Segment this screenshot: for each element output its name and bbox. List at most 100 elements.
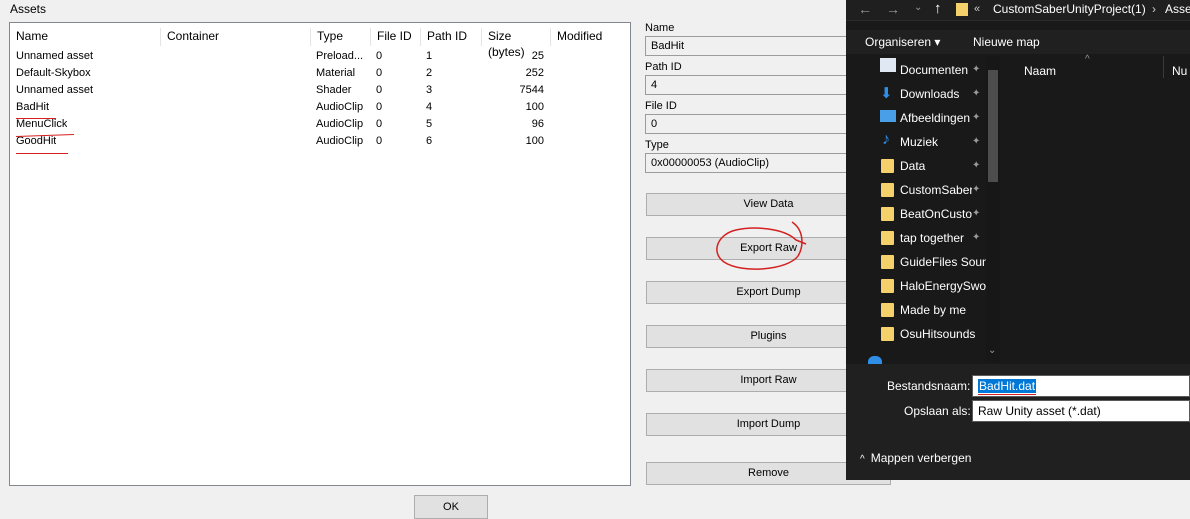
pin-icon: ✦: [972, 112, 981, 123]
name-field[interactable]: BadHit: [645, 36, 855, 56]
scroll-down-icon[interactable]: ⌄: [988, 345, 996, 356]
downloads-icon: ⬇: [880, 85, 893, 102]
breadcrumb-overflow[interactable]: «: [974, 3, 980, 15]
asset-size: 96: [531, 118, 544, 130]
column-header-number[interactable]: Nu: [1172, 64, 1187, 78]
folder-icon: [881, 327, 894, 341]
folder-icon: [881, 207, 894, 221]
asset-file-id: 0: [376, 67, 383, 79]
pin-icon: ✦: [972, 136, 981, 147]
asset-size: 7544: [519, 84, 544, 96]
file-list-pane[interactable]: Naam ^ Nu: [1003, 54, 1190, 364]
path-id-field[interactable]: 4: [645, 75, 855, 95]
nav-item-afbeeldingen[interactable]: Afbeeldingen: [900, 106, 970, 130]
asset-size: 25: [531, 50, 544, 62]
nav-item-guidefiles[interactable]: GuideFiles Sound: [900, 250, 986, 274]
column-header-naam[interactable]: Naam: [1024, 64, 1056, 78]
save-dialog: ← → ⌄ ↑ « CustomSaberUnityProject(1) › A…: [846, 0, 1190, 480]
breadcrumb-item[interactable]: Asse: [1165, 2, 1190, 16]
column-header-modified[interactable]: Modified: [550, 28, 620, 46]
asset-type: AudioClip: [316, 118, 364, 130]
asset-path-id: 3: [426, 84, 433, 96]
folder-icon: [881, 231, 894, 245]
asset-list[interactable]: Name Container Type File ID Path ID Size…: [9, 22, 631, 486]
back-icon[interactable]: ←: [858, 1, 872, 17]
breadcrumb-separator: ›: [1152, 2, 1156, 16]
nav-item-downloads[interactable]: Downloads: [900, 82, 959, 106]
nav-item-documenten[interactable]: Documenten: [900, 58, 968, 82]
navigation-pane[interactable]: Documenten ✦ ⬇ Downloads ✦ Afbeeldingen …: [846, 56, 1001, 364]
up-icon[interactable]: ↑: [934, 0, 942, 17]
forward-icon[interactable]: →: [886, 1, 900, 17]
table-row[interactable]: Unnamed asset Preload... 0 1 25: [10, 48, 630, 65]
table-row[interactable]: Unnamed asset Shader 0 3 7544: [10, 82, 630, 99]
folder-icon: [881, 255, 894, 269]
column-header-file-id[interactable]: File ID: [370, 28, 420, 46]
column-header-path-id[interactable]: Path ID: [420, 28, 481, 46]
table-row[interactable]: MenuClick AudioClip 0 5 96: [10, 116, 630, 133]
nav-item-osuhitsounds[interactable]: OsuHitsounds: [900, 322, 975, 346]
name-label: Name: [645, 22, 675, 34]
pictures-icon: [880, 110, 896, 122]
asset-name: Default-Skybox: [16, 67, 91, 79]
music-icon: ♪: [882, 131, 890, 148]
cloud-icon: [868, 356, 882, 364]
nav-scrollbar-thumb[interactable]: [988, 70, 998, 182]
hide-folders-label: Mappen verbergen: [870, 451, 972, 465]
asset-name: Unnamed asset: [16, 84, 94, 96]
annotation-underline: [16, 153, 68, 154]
table-row[interactable]: GoodHit AudioClip 0 6 100: [10, 133, 630, 150]
pin-icon: ✦: [972, 208, 981, 219]
pin-icon: ✦: [972, 88, 981, 99]
asset-path-id: 5: [426, 118, 433, 130]
path-id-label: Path ID: [645, 61, 682, 73]
column-header-size[interactable]: Size (bytes): [481, 28, 550, 59]
save-options: Bestandsnaam: BadHit.dat Opslaan als: Ra…: [846, 364, 1190, 480]
pin-icon: ✦: [972, 232, 981, 243]
background-window-strip: [913, 480, 1190, 517]
documents-icon: [880, 58, 896, 72]
recent-dropdown-icon[interactable]: ⌄: [914, 2, 922, 13]
nav-item-customsaber[interactable]: CustomSaber: [900, 178, 972, 202]
column-header-type[interactable]: Type: [310, 28, 370, 46]
breadcrumb-item[interactable]: CustomSaberUnityProject(1): [993, 2, 1146, 16]
nav-item-haloenergy[interactable]: HaloEnergySwor: [900, 274, 986, 298]
asset-file-id: 0: [376, 118, 383, 130]
sort-ascending-icon: ^: [1085, 54, 1090, 65]
asset-file-id: 0: [376, 50, 383, 62]
nav-item-made-by-me[interactable]: Made by me: [900, 298, 966, 322]
asset-name: BadHit: [16, 101, 50, 113]
asset-name: Unnamed asset: [16, 50, 94, 62]
asset-file-id: 0: [376, 135, 383, 147]
nav-item-data[interactable]: Data: [900, 154, 925, 178]
new-folder-button[interactable]: Nieuwe map: [973, 35, 1040, 49]
hide-folders-toggle[interactable]: ^ Mappen verbergen: [860, 451, 971, 465]
folder-icon: [881, 183, 894, 197]
table-row[interactable]: Default-Skybox Material 0 2 252: [10, 65, 630, 82]
chevron-up-icon: ^: [860, 454, 865, 465]
asset-size: 100: [525, 101, 544, 113]
organize-button[interactable]: Organiseren ▾: [865, 35, 940, 49]
column-header-name[interactable]: Name: [10, 28, 160, 46]
folder-icon: [881, 303, 894, 317]
nav-item-muziek[interactable]: Muziek: [900, 130, 938, 154]
nav-item-beatoncusto[interactable]: BeatOnCusto: [900, 202, 972, 226]
nav-item-tap-together[interactable]: tap together: [900, 226, 972, 250]
type-field[interactable]: 0x00000053 (AudioClip): [645, 153, 855, 173]
address-bar[interactable]: ← → ⌄ ↑ « CustomSaberUnityProject(1) › A…: [846, 0, 1190, 21]
file-id-field[interactable]: 0: [645, 114, 855, 134]
savetype-select[interactable]: Raw Unity asset (*.dat): [972, 400, 1190, 422]
ok-button[interactable]: OK: [414, 495, 488, 519]
asset-type: Preload...: [316, 50, 364, 62]
asset-type: Shader: [316, 84, 352, 96]
folder-icon: [881, 159, 894, 173]
assets-group-label: Assets: [10, 2, 47, 16]
asset-size: 100: [525, 135, 544, 147]
savetype-label: Opslaan als:: [904, 404, 971, 418]
column-header-container[interactable]: Container: [160, 28, 310, 46]
pin-icon: ✦: [972, 184, 981, 195]
table-row[interactable]: BadHit AudioClip 0 4 100: [10, 99, 630, 116]
asset-type: Material: [316, 67, 356, 79]
annotation-circle: [716, 221, 807, 270]
organize-label: Organiseren: [865, 35, 932, 49]
